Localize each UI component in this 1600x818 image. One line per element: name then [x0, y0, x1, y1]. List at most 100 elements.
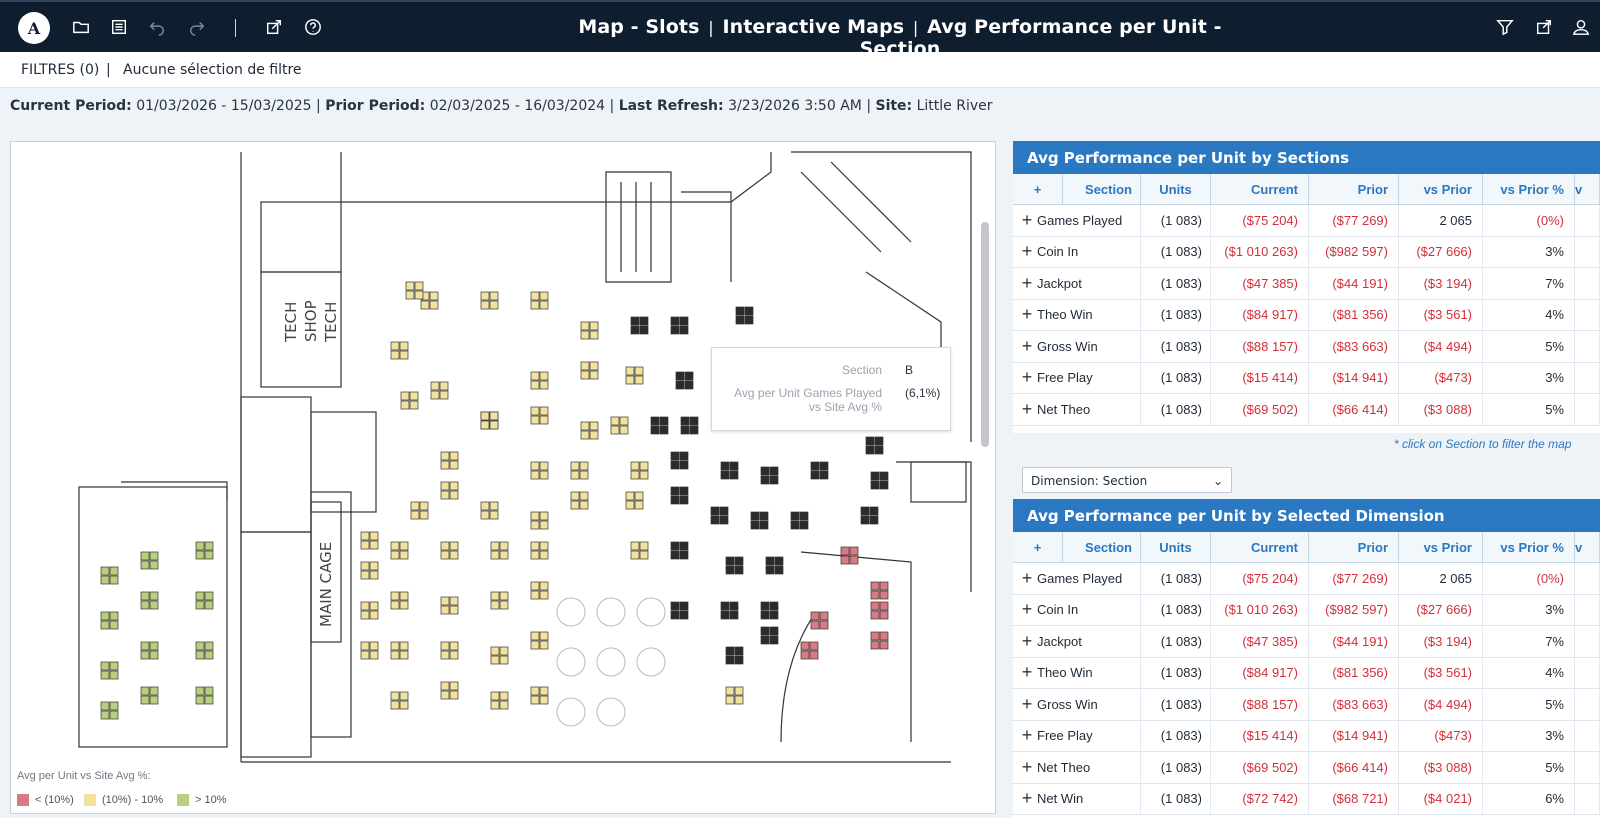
- slot-machine-bank[interactable]: [530, 511, 549, 530]
- slot-machine-bank[interactable]: [440, 641, 459, 660]
- col-units[interactable]: Units: [1141, 532, 1211, 562]
- slot-machine-bank[interactable]: [670, 316, 689, 335]
- slot-machine-bank[interactable]: [530, 631, 549, 650]
- slot-machine-bank[interactable]: [760, 626, 779, 645]
- slot-machine-bank[interactable]: [480, 411, 499, 430]
- row-label[interactable]: + Theo Win: [1013, 657, 1141, 688]
- expand-row-icon[interactable]: +: [1021, 241, 1033, 262]
- slot-machine-bank[interactable]: [195, 541, 214, 560]
- casino-floor-map[interactable]: TECH SHOP TECH MAIN CAGE: [11, 142, 996, 767]
- slot-machine-bank[interactable]: [870, 601, 889, 620]
- slot-machine-bank[interactable]: [625, 491, 644, 510]
- slot-machine-bank[interactable]: [390, 591, 409, 610]
- table-row[interactable]: + Free Play (1 083) ($15 414) ($14 941) ($473…: [1013, 362, 1600, 394]
- col-extra[interactable]: v: [1575, 532, 1600, 562]
- table-row[interactable]: + Coin In (1 083) ($1 010 263) ($982 597) ($2…: [1013, 594, 1600, 626]
- slot-machine-bank[interactable]: [530, 461, 549, 480]
- slot-machine-bank[interactable]: [725, 556, 744, 575]
- expand-row-icon[interactable]: +: [1021, 273, 1033, 294]
- export-icon[interactable]: [263, 16, 285, 38]
- slot-machine-bank[interactable]: [860, 506, 879, 525]
- expand-row-icon[interactable]: +: [1021, 599, 1033, 620]
- row-label[interactable]: + Free Play: [1013, 362, 1141, 393]
- col-prior[interactable]: Prior: [1309, 532, 1399, 562]
- slot-machine-bank[interactable]: [140, 591, 159, 610]
- table-row[interactable]: + Games Played (1 083) ($75 204) ($77 269) 2 …: [1013, 205, 1600, 237]
- expand-row-icon[interactable]: +: [1021, 210, 1033, 231]
- slot-machine-bank[interactable]: [670, 601, 689, 620]
- slot-machine-bank[interactable]: [390, 691, 409, 710]
- slot-machine-bank[interactable]: [725, 686, 744, 705]
- col-section[interactable]: Section: [1063, 174, 1141, 204]
- slot-machine-bank[interactable]: [440, 541, 459, 560]
- row-label[interactable]: + Coin In: [1013, 594, 1141, 625]
- dimension-select[interactable]: Dimension: Section ⌄: [1022, 467, 1232, 493]
- slot-machine-bank[interactable]: [625, 366, 644, 385]
- col-vs-prior-pct[interactable]: vs Prior %: [1483, 532, 1575, 562]
- redo-icon[interactable]: [186, 16, 208, 38]
- slot-machine-bank[interactable]: [360, 531, 379, 550]
- slot-machine-bank[interactable]: [530, 406, 549, 425]
- slot-machine-bank[interactable]: [530, 541, 549, 560]
- row-label[interactable]: + Net Win: [1013, 783, 1141, 814]
- expand-row-icon[interactable]: +: [1021, 631, 1033, 652]
- expand-row-icon[interactable]: +: [1021, 694, 1033, 715]
- slot-machine-bank[interactable]: [720, 601, 739, 620]
- slot-machine-bank[interactable]: [810, 611, 829, 630]
- slot-machine-bank[interactable]: [765, 556, 784, 575]
- slot-machine-bank[interactable]: [410, 501, 429, 520]
- slot-machine-bank[interactable]: [870, 581, 889, 600]
- table-row[interactable]: + Net Theo (1 083) ($69 502) ($66 414) ($3 08…: [1013, 752, 1600, 784]
- slot-machine-bank[interactable]: [490, 646, 509, 665]
- table-row[interactable]: + Jackpot (1 083) ($47 385) ($44 191) ($3 194…: [1013, 626, 1600, 658]
- undo-icon[interactable]: [146, 16, 168, 38]
- table-row[interactable]: + Jackpot (1 083) ($47 385) ($44 191) ($3 194…: [1013, 268, 1600, 300]
- slot-machine-bank[interactable]: [530, 686, 549, 705]
- col-prior[interactable]: Prior: [1309, 174, 1399, 204]
- folder-icon[interactable]: [70, 16, 92, 38]
- expand-row-icon[interactable]: +: [1021, 725, 1033, 746]
- slot-machine-bank[interactable]: [790, 511, 809, 530]
- slot-machine-bank[interactable]: [390, 341, 409, 360]
- row-label[interactable]: + Gross Win: [1013, 331, 1141, 362]
- list-icon[interactable]: [108, 16, 130, 38]
- user-icon[interactable]: [1570, 16, 1592, 38]
- slot-machine-bank[interactable]: [610, 416, 629, 435]
- share-icon[interactable]: [1533, 16, 1555, 38]
- help-icon[interactable]: [302, 16, 324, 38]
- row-label[interactable]: + Theo Win: [1013, 299, 1141, 330]
- slot-machine-bank[interactable]: [580, 321, 599, 340]
- slot-machine-bank[interactable]: [580, 421, 599, 440]
- row-label[interactable]: + Gross Win: [1013, 689, 1141, 720]
- slot-machine-bank[interactable]: [195, 686, 214, 705]
- slot-machine-bank[interactable]: [870, 471, 889, 490]
- slot-machine-bank[interactable]: [360, 561, 379, 580]
- map-scrollbar[interactable]: [981, 222, 989, 447]
- slot-machine-bank[interactable]: [670, 451, 689, 470]
- slot-machine-bank[interactable]: [680, 416, 699, 435]
- table-row[interactable]: + Gross Win (1 083) ($88 157) ($83 663) ($4 4…: [1013, 689, 1600, 721]
- table-row[interactable]: + Net Theo (1 083) ($69 502) ($66 414) ($3 08…: [1013, 394, 1600, 426]
- slot-machine-bank[interactable]: [100, 611, 119, 630]
- slot-machine-bank[interactable]: [140, 686, 159, 705]
- row-label[interactable]: + Jackpot: [1013, 268, 1141, 299]
- expand-all-button[interactable]: +: [1013, 532, 1063, 562]
- col-current[interactable]: Current: [1211, 532, 1309, 562]
- slot-machine-bank[interactable]: [570, 461, 589, 480]
- table-row[interactable]: + Free Play (1 083) ($15 414) ($14 941) ($473…: [1013, 720, 1600, 752]
- slot-machine-bank[interactable]: [630, 461, 649, 480]
- slot-machine-bank[interactable]: [870, 631, 889, 650]
- slot-machine-bank[interactable]: [195, 641, 214, 660]
- expand-row-icon[interactable]: +: [1021, 304, 1033, 325]
- slot-machine-bank[interactable]: [725, 646, 744, 665]
- slot-machine-bank[interactable]: [440, 681, 459, 700]
- slot-machine-bank[interactable]: [440, 451, 459, 470]
- table-row[interactable]: + Theo Win (1 083) ($84 917) ($81 356) ($3 56…: [1013, 299, 1600, 331]
- slot-machine-bank[interactable]: [420, 291, 439, 310]
- slot-machine-bank[interactable]: [675, 371, 694, 390]
- slot-machine-bank[interactable]: [400, 391, 419, 410]
- slot-machine-bank[interactable]: [390, 641, 409, 660]
- slot-machine-bank[interactable]: [100, 701, 119, 720]
- slot-machine-bank[interactable]: [580, 361, 599, 380]
- slot-machine-bank[interactable]: [480, 501, 499, 520]
